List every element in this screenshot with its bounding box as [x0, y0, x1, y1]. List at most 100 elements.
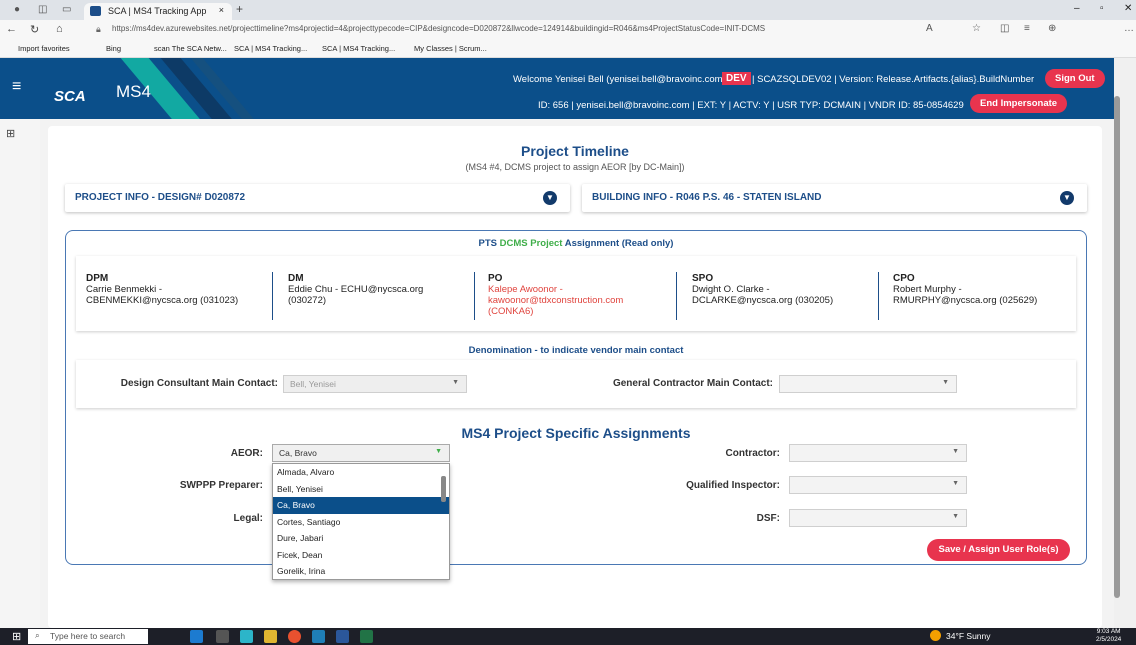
pts-title-c: Assignment (Read only) [562, 238, 674, 249]
profile-icon[interactable]: ● [14, 4, 20, 15]
dropdown-scroll-thumb[interactable] [441, 476, 446, 502]
favorite-sca-1[interactable]: SCA | MS4 Tracking... [234, 44, 307, 53]
edge-icon[interactable] [240, 630, 253, 643]
contact-line: CBENMEKKI@nycsca.org (031023) [86, 295, 239, 306]
taskbar-search[interactable]: ⌕ Type here to search [28, 629, 148, 644]
end-impersonate-button[interactable]: End Impersonate [970, 94, 1068, 113]
weather-icon [930, 630, 941, 641]
windows-start-icon[interactable]: ⊞ [12, 630, 21, 643]
favorites-icon[interactable]: ≡ [1024, 23, 1030, 34]
home-icon[interactable]: ⌂ [56, 23, 63, 35]
search-icon: ⌕ [35, 630, 40, 640]
welcome-text: Welcome Yenisei Bell (yenisei.bell@bravo… [513, 74, 731, 85]
dropdown-arrow-icon: ▼ [942, 379, 949, 386]
legal-label: Legal: [233, 513, 263, 524]
excel-icon[interactable] [360, 630, 373, 643]
contractor-select[interactable]: ▼ [789, 444, 967, 462]
dropdown-option[interactable]: Ficek, Dean [273, 547, 449, 564]
clock[interactable]: 9:03 AM 2/5/2024 [1096, 628, 1121, 644]
dropdown-option[interactable]: Cortes, Santiago [273, 514, 449, 531]
save-assign-button[interactable]: Save / Assign User Role(s) [927, 539, 1070, 561]
tab-actions-icon[interactable]: ▭ [62, 4, 71, 15]
collections-bar-icon[interactable]: ⊕ [1048, 23, 1056, 34]
task-view-icon[interactable] [216, 630, 229, 643]
address-bar: ← ↻ ⌂ 🔒︎ https://ms4dev.azurewebsites.ne… [0, 20, 1136, 41]
contact-spo: SPO Dwight O. Clarke - DCLARKE@nycsca.org … [692, 273, 833, 306]
dc-main-select[interactable]: Bell, Yenisei ▼ [283, 375, 467, 393]
favorite-scan[interactable]: scan The SCA Netw... [154, 44, 227, 53]
dropdown-option-selected[interactable]: Ca, Bravo [273, 497, 449, 514]
url-field[interactable]: https://ms4dev.azurewebsites.net/project… [112, 24, 902, 33]
favicon-icon [90, 6, 101, 16]
contact-role: PO [488, 273, 503, 284]
contact-line: Eddie Chu - ECHU@nycsca.org [288, 284, 424, 295]
word-icon[interactable] [336, 630, 349, 643]
active-tab[interactable]: SCA | MS4 Tracking App × [84, 3, 232, 20]
dropdown-option[interactable]: Almada, Alvaro [273, 464, 449, 481]
favorites-bar: Import favorites Bing scan The SCA Netw.… [0, 41, 1136, 58]
aeor-value: Ca, Bravo [279, 448, 317, 458]
contact-line: DCLARKE@nycsca.org (030205) [692, 295, 834, 306]
gc-main-select[interactable]: ▼ [779, 375, 957, 393]
taskbar-search-text: Type here to search [50, 631, 126, 641]
dropdown-arrow-icon: ▼ [952, 448, 959, 455]
minimize-icon[interactable]: – [1074, 3, 1080, 14]
apps-grid-icon[interactable]: ⊞ [6, 127, 15, 140]
dropdown-arrow-icon: ▼ [952, 513, 959, 520]
lock-icon: 🔒︎ [96, 24, 101, 34]
project-info-header[interactable]: PROJECT INFO - DESIGN# D020872 ▼ [65, 184, 570, 212]
contact-role: DPM [86, 273, 109, 284]
contact-po: PO Kalepe Awoonor - kawoonor@tdxconstructi… [488, 273, 623, 317]
chevron-down-icon[interactable]: ▼ [543, 191, 557, 205]
contact-role: SPO [692, 273, 714, 284]
contact-dpm: DPM Carrie Benmekki - CBENMEKKI@nycsca.org… [86, 273, 238, 306]
maximize-icon[interactable]: ▫ [1100, 3, 1104, 14]
dropdown-option[interactable]: Dure, Jabari [273, 530, 449, 547]
aeor-select[interactable]: Ca, Bravo ▼ [272, 444, 450, 462]
dropdown-arrow-icon: ▼ [952, 480, 959, 487]
menu-icon[interactable]: ≡ [12, 78, 21, 96]
collections-icon[interactable]: ◫ [38, 4, 47, 15]
aeor-dropdown-list[interactable]: Almada, Alvaro Bell, Yenisei Ca, Bravo C… [272, 463, 450, 580]
building-info-header[interactable]: BUILDING INFO - R046 P.S. 46 - STATEN IS… [582, 184, 1087, 212]
dsf-label: DSF: [756, 513, 780, 524]
outlook-icon[interactable] [312, 630, 325, 643]
favorite-sca-2[interactable]: SCA | MS4 Tracking... [322, 44, 395, 53]
contact-divider [676, 272, 677, 320]
contact-line: kawoonor@tdxconstruction.com [488, 295, 624, 306]
page-subtitle: (MS4 #4, DCMS project to assign AEOR [by… [465, 162, 685, 172]
qualified-inspector-select[interactable]: ▼ [789, 476, 967, 494]
scrollbar-thumb[interactable] [1114, 96, 1120, 598]
app-name: MS4 [116, 82, 151, 101]
tab-close-icon[interactable]: × [219, 5, 224, 15]
chevron-down-icon[interactable]: ▼ [1060, 191, 1074, 205]
gc-main-label: General Contractor Main Contact: [612, 378, 773, 389]
favorite-import[interactable]: Import favorites [18, 44, 70, 53]
contact-line: (CONKA6) [488, 306, 534, 317]
favorite-bing[interactable]: Bing [106, 44, 121, 53]
windows-taskbar: ⊞ ⌕ Type here to search 34°F Sunny 9:03 A… [0, 628, 1136, 645]
dc-main-value: Bell, Yenisei [290, 379, 336, 389]
refresh-icon[interactable]: ↻ [30, 23, 39, 36]
contact-divider [878, 272, 879, 320]
new-tab-icon[interactable]: + [236, 2, 243, 16]
close-window-icon[interactable]: ✕ [1124, 3, 1132, 14]
folder-icon[interactable] [264, 630, 277, 643]
more-icon[interactable]: … [1124, 23, 1134, 34]
split-screen-icon[interactable]: ◫ [1000, 23, 1009, 34]
dropdown-option[interactable]: Bell, Yenisei [273, 481, 449, 498]
file-explorer-icon[interactable] [190, 630, 203, 643]
favorite-scrum[interactable]: My Classes | Scrum... [414, 44, 487, 53]
favorite-star-icon[interactable]: ☆ [972, 23, 981, 34]
read-aloud-icon[interactable]: A [926, 23, 933, 34]
pts-title: PTS DCMS Project Assignment (Read only) [65, 238, 1087, 249]
dsf-select[interactable]: ▼ [789, 509, 967, 527]
back-icon[interactable]: ← [6, 23, 17, 35]
weather-text[interactable]: 34°F Sunny [946, 631, 991, 641]
chrome-icon[interactable] [288, 630, 301, 643]
dropdown-option[interactable]: Gorelik, Irina [273, 563, 449, 579]
dc-main-label: Design Consultant Main Contact: [120, 378, 278, 389]
pts-title-a: PTS [478, 238, 500, 249]
sign-out-button[interactable]: Sign Out [1045, 69, 1105, 88]
contact-dm: DM Eddie Chu - ECHU@nycsca.org (030272) [288, 273, 423, 306]
